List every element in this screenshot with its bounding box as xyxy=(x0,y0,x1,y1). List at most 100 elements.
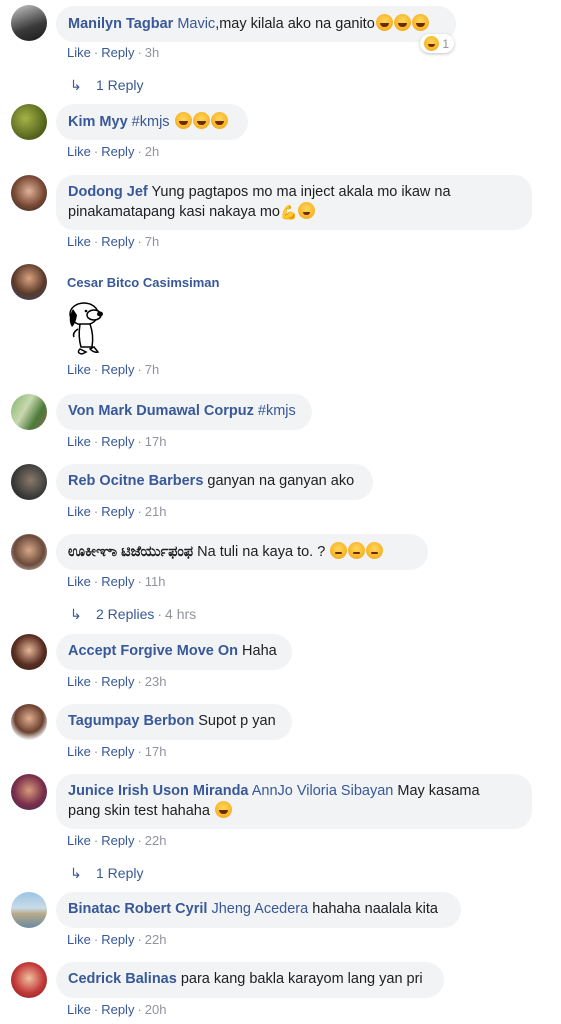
rofl-emoji-icon xyxy=(214,801,232,818)
reply-link[interactable]: Reply xyxy=(101,932,134,947)
laughing-emoji-icon xyxy=(393,14,411,31)
thinking-emoji-icon xyxy=(366,542,384,559)
comment-time[interactable]: 22h xyxy=(145,833,167,848)
reaction-count: 1 xyxy=(442,37,450,51)
comment-time[interactable]: 7h xyxy=(145,234,159,249)
avatar[interactable] xyxy=(11,962,47,998)
comment-author[interactable]: ಊಕೀಞಾ ಟಿಜೆರ್ಯುಫಂಫ xyxy=(68,544,193,560)
comment-time[interactable]: 20h xyxy=(145,1002,167,1017)
avatar[interactable] xyxy=(11,5,47,41)
like-link[interactable]: Like xyxy=(67,1002,91,1017)
comment-bubble: Junice Irish Uson Miranda AnnJo Viloria … xyxy=(56,774,532,829)
comment-time[interactable]: 11h xyxy=(145,574,166,589)
avatar[interactable] xyxy=(11,464,47,500)
comment-author[interactable]: Reb Ocitne Barbers xyxy=(68,473,203,489)
comment-text-line1: May kasama xyxy=(397,783,480,799)
comment-text: ganyan na ganyan ako xyxy=(207,473,355,489)
view-replies-link[interactable]: ↳ 1 Reply xyxy=(70,77,143,94)
comment-bubble: Reb Ocitne Barbers ganyan na ganyan ako xyxy=(56,464,373,500)
comment-time[interactable]: 3h xyxy=(145,45,159,60)
comment-mention[interactable]: #kmjs xyxy=(258,403,296,419)
reply-link[interactable]: Reply xyxy=(101,1002,134,1017)
avatar[interactable] xyxy=(11,634,47,670)
comment-time[interactable]: 21h xyxy=(145,504,167,519)
comment-author[interactable]: Tagumpay Berbon xyxy=(68,713,194,729)
comment-author[interactable]: Dodong Jef xyxy=(68,184,148,200)
comment-mention[interactable]: #kmjs xyxy=(132,114,170,130)
view-replies-link[interactable]: ↳ 1 Reply xyxy=(70,865,143,882)
snoopy-sticker[interactable] xyxy=(64,297,108,357)
comment-time[interactable]: 17h xyxy=(145,434,167,449)
comment-bubble: Dodong Jef Yung pagtapos mo ma inject ak… xyxy=(56,175,532,230)
comment-mention[interactable]: AnnJo Viloria Sibayan xyxy=(252,783,394,799)
like-link[interactable]: Like xyxy=(67,574,91,589)
comment-actions: Like · Reply · 11h xyxy=(67,574,166,589)
comment-time[interactable]: 22h xyxy=(145,932,167,947)
comment-time[interactable]: 7h xyxy=(145,362,159,377)
laughing-emoji-icon xyxy=(192,112,210,129)
comment-actions: Like · Reply · 17h xyxy=(67,744,167,759)
replies-time: 4 hrs xyxy=(165,606,197,622)
like-link[interactable]: Like xyxy=(67,45,91,60)
comment-time[interactable]: 23h xyxy=(145,674,167,689)
comment-author[interactable]: Accept Forgive Move On xyxy=(68,643,238,659)
comment-author[interactable]: Kim Myy xyxy=(68,114,128,130)
like-link[interactable]: Like xyxy=(67,674,91,689)
comment-bubble: Manilyn Tagbar Mavic,may kilala ako na g… xyxy=(56,6,456,42)
comment-bubble: Kim Myy #kmjs xyxy=(56,104,248,140)
reply-arrow-icon: ↳ xyxy=(70,77,82,93)
comment-time[interactable]: 2h xyxy=(145,144,159,159)
reply-link[interactable]: Reply xyxy=(101,744,134,759)
reply-link[interactable]: Reply xyxy=(101,674,134,689)
snoopy-sticker-image xyxy=(69,302,103,355)
like-link[interactable]: Like xyxy=(67,234,91,249)
reply-link[interactable]: Reply xyxy=(101,45,134,60)
thinking-emoji-icon xyxy=(330,542,348,559)
reply-link[interactable]: Reply xyxy=(101,234,134,249)
comment-actions: Like · Reply · 7h xyxy=(67,234,160,249)
comment-author[interactable]: Manilyn Tagbar xyxy=(68,16,173,32)
reply-link[interactable]: Reply xyxy=(101,833,134,848)
comment-bubble: Accept Forgive Move On Haha xyxy=(56,634,292,670)
avatar[interactable] xyxy=(11,264,47,300)
comment-author-line: Cesar Bitco Casimsiman xyxy=(67,275,219,290)
avatar[interactable] xyxy=(11,892,47,928)
avatar[interactable] xyxy=(11,394,47,430)
comment-author[interactable]: Binatac Robert Cyril xyxy=(68,901,207,917)
like-link[interactable]: Like xyxy=(67,932,91,947)
reply-link[interactable]: Reply xyxy=(101,362,134,377)
reply-link[interactable]: Reply xyxy=(101,434,134,449)
laughing-emoji-icon xyxy=(411,14,429,31)
like-link[interactable]: Like xyxy=(67,833,91,848)
reaction-count-badge[interactable]: 1 xyxy=(420,34,455,53)
like-link[interactable]: Like xyxy=(67,434,91,449)
comment-author[interactable]: Von Mark Dumawal Corpuz xyxy=(68,403,254,419)
view-replies-link[interactable]: ↳ 2 Replies · 4 hrs xyxy=(70,606,196,623)
comment-mention[interactable]: Mavic xyxy=(177,16,215,32)
laughing-emoji-icon xyxy=(210,112,228,129)
reply-link[interactable]: Reply xyxy=(101,144,134,159)
like-link[interactable]: Like xyxy=(67,504,91,519)
comment-author[interactable]: Junice Irish Uson Miranda xyxy=(68,783,249,799)
comment-mention[interactable]: Jheng Acedera xyxy=(211,901,308,917)
comment-author[interactable]: Cesar Bitco Casimsiman xyxy=(67,275,219,290)
avatar[interactable] xyxy=(11,175,47,211)
comment-text: Na tuli na kaya to. ? xyxy=(197,544,326,560)
avatar[interactable] xyxy=(11,104,47,140)
avatar[interactable] xyxy=(11,774,47,810)
reply-link[interactable]: Reply xyxy=(101,574,134,589)
comment-actions: Like · Reply · 22h xyxy=(67,833,167,848)
like-link[interactable]: Like xyxy=(67,744,91,759)
comment-time[interactable]: 17h xyxy=(145,744,167,759)
replies-count: 2 Replies xyxy=(96,606,155,622)
comment-text: para kang bakla karayom lang yan pri xyxy=(180,971,423,987)
like-link[interactable]: Like xyxy=(67,144,91,159)
like-link[interactable]: Like xyxy=(67,362,91,377)
winking-emoji-icon xyxy=(298,202,316,219)
reply-link[interactable]: Reply xyxy=(101,504,134,519)
avatar[interactable] xyxy=(11,704,47,740)
comment-author[interactable]: Cedrick Balinas xyxy=(68,971,177,987)
avatar[interactable] xyxy=(11,534,47,570)
replies-count: 1 Reply xyxy=(96,865,144,881)
comment-bubble: Tagumpay Berbon Supot p yan xyxy=(56,704,292,740)
